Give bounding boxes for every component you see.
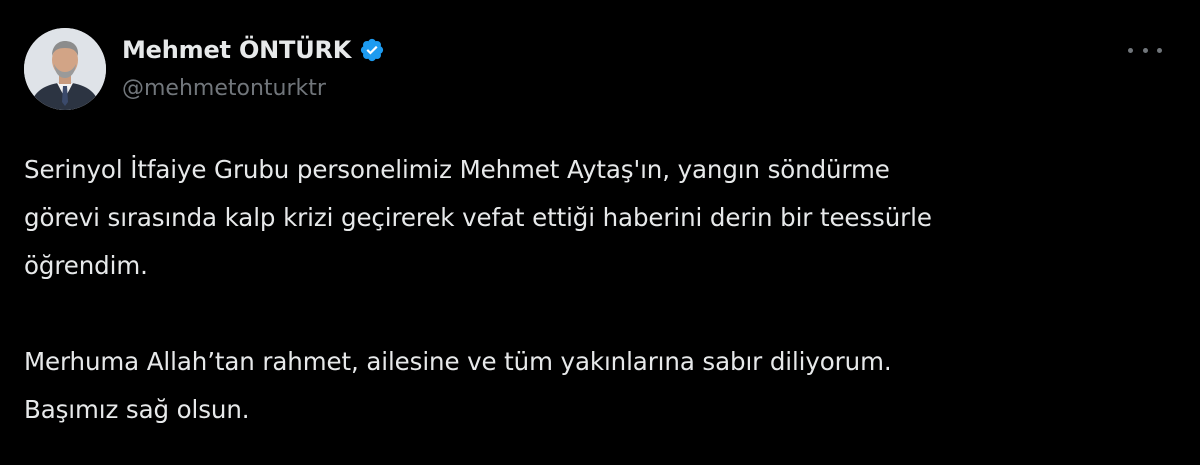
tweet-card: Mehmet ÖNTÜRK @mehmetonturktr Serinyol İ… (0, 0, 1200, 465)
tweet-line: görevi sırasında kalp krizi geçirerek ve… (24, 203, 932, 232)
tweet-line: öğrendim. (24, 251, 148, 280)
verified-badge-icon (359, 37, 385, 63)
more-options-icon[interactable] (1128, 42, 1162, 58)
dot-icon (1157, 47, 1162, 53)
tweet-line: Serinyol İtfaiye Grubu personelimiz Mehm… (24, 155, 890, 184)
avatar[interactable] (24, 28, 106, 110)
tweet-text: Serinyol İtfaiye Grubu personelimiz Mehm… (24, 146, 1174, 434)
tweet-line: Merhuma Allah’tan rahmet, ailesine ve tü… (24, 347, 892, 376)
tweet-line: Başımız sağ olsun. (24, 395, 250, 424)
dot-icon (1128, 47, 1133, 53)
user-handle[interactable]: @mehmetonturktr (122, 76, 385, 101)
dot-icon (1142, 47, 1148, 53)
name-row: Mehmet ÖNTÜRK (122, 32, 385, 68)
profile-photo-icon (24, 28, 106, 110)
tweet-header: Mehmet ÖNTÜRK @mehmetonturktr (122, 32, 385, 101)
display-name[interactable]: Mehmet ÖNTÜRK (122, 36, 351, 64)
